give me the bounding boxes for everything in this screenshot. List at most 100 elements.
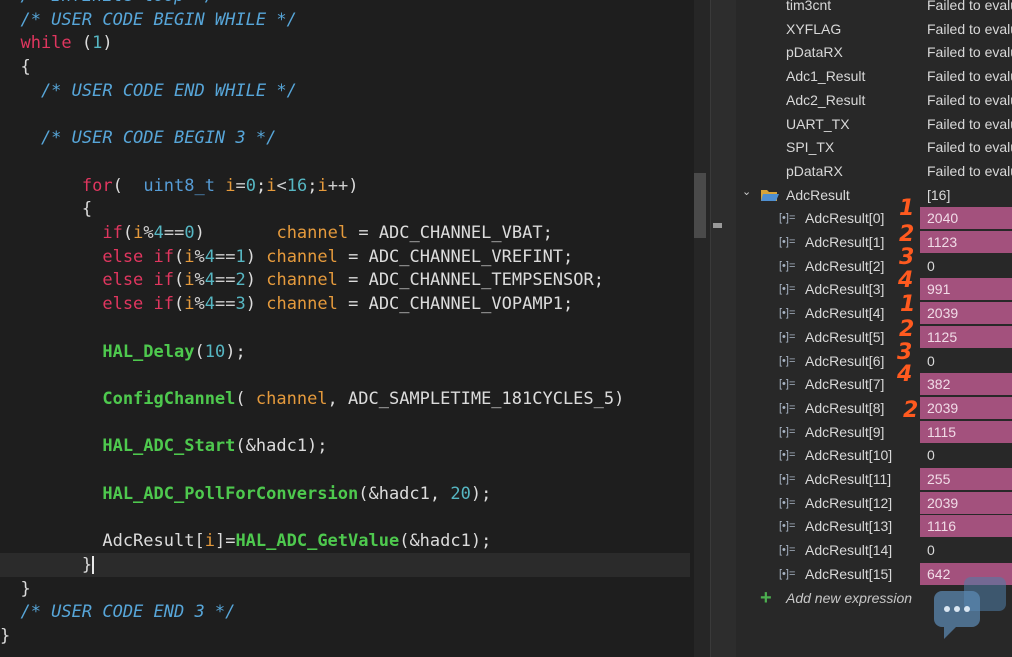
watch-expression-value[interactable]: 2039 <box>920 491 1012 514</box>
chat-bubble-watermark-icon <box>934 577 1006 639</box>
code-token: % <box>194 294 205 315</box>
watch-row[interactable]: Adc2_Result Failed to evaluate <box>736 89 1012 112</box>
watch-row[interactable]: pDataRX Failed to evaluate <box>736 41 1012 64</box>
watch-expression-value[interactable]: 2039 <box>920 396 1012 419</box>
code-token: HAL_ADC_Start <box>0 436 236 457</box>
code-line[interactable]: } <box>0 552 690 577</box>
watch-expression-value[interactable]: 1116 <box>920 515 1012 538</box>
code-token: i <box>317 175 328 196</box>
watch-expression-value[interactable]: 382 <box>920 373 1012 396</box>
code-line[interactable]: } <box>0 577 30 601</box>
code-line[interactable]: } <box>0 624 10 648</box>
editor-scrollbar-thumb[interactable] <box>694 173 706 238</box>
watch-expression-name: pDataRX <box>786 44 843 61</box>
code-token: % <box>194 270 205 291</box>
watch-row[interactable]: [•]= AdcResult[1] 1123 <box>736 231 1012 254</box>
watch-expression-value[interactable]: 1115 <box>920 420 1012 443</box>
code-line[interactable]: while (1) <box>0 31 112 55</box>
watch-expression-value[interactable]: Failed to evaluate <box>920 18 1012 40</box>
watch-expression-value[interactable]: Failed to evaluate <box>920 0 1012 16</box>
watch-expression-value[interactable]: 0 <box>920 350 1012 372</box>
watch-expression-value[interactable]: Failed to evaluate <box>920 89 1012 111</box>
code-token: 16 <box>286 175 308 196</box>
code-token: == <box>215 294 236 315</box>
code-token: channel <box>276 223 349 243</box>
watch-expression-value[interactable]: [16] <box>920 184 1012 206</box>
watch-expression-value[interactable]: 0 <box>920 255 1012 277</box>
code-token: ; <box>307 175 318 196</box>
code-editor[interactable]: /* Infinite loop */ /* USER CODE BEGIN W… <box>0 0 692 657</box>
code-line[interactable]: { <box>0 55 30 79</box>
watch-row[interactable]: [•]= AdcResult[6] 0 <box>736 350 1012 373</box>
watch-expression-value[interactable]: 0 <box>920 444 1012 466</box>
variable-icon: [•]= <box>779 330 796 343</box>
watch-row[interactable]: [•]= AdcResult[10] 0 <box>736 444 1012 467</box>
code-line[interactable]: ConfigChannel( channel, ADC_SAMPLETIME_1… <box>0 387 624 411</box>
code-token: == <box>215 270 236 291</box>
code-line[interactable]: for( uint8_t i=0;i<16;i++) <box>0 174 359 198</box>
code-line[interactable]: /* USER CODE BEGIN 3 */ <box>0 126 276 150</box>
watch-row[interactable]: [•]= AdcResult[9] 1115 <box>736 420 1012 444</box>
watch-row[interactable]: [•]= AdcResult[13] 1116 <box>736 515 1012 538</box>
code-line[interactable]: /* USER CODE BEGIN WHILE */ <box>0 8 296 32</box>
splitter-grip-icon[interactable] <box>713 223 722 228</box>
watch-expression-name: AdcResult[11] <box>805 471 892 487</box>
watch-row[interactable]: SPI_TX Failed to evaluate <box>736 136 1012 159</box>
watch-expression-value[interactable]: 991 <box>920 278 1012 301</box>
watch-expression-value[interactable]: 255 <box>920 468 1012 490</box>
code-token: /* Infinite loop */ <box>0 0 214 6</box>
code-line[interactable]: /* USER CODE END 3 */ <box>0 600 235 624</box>
pane-splitter[interactable] <box>710 0 737 657</box>
watch-row[interactable]: [•]= AdcResult[11] 255 <box>736 468 1012 491</box>
watch-row[interactable]: [•]= AdcResult[0] 2040 <box>736 207 1012 230</box>
expand-chevron-icon[interactable]: ⌄ <box>742 181 751 204</box>
watch-expression-value[interactable]: Failed to evaluate <box>920 136 1012 158</box>
code-line[interactable]: AdcResult[i]=HAL_ADC_GetValue(&hadc1); <box>0 529 491 553</box>
watch-row[interactable]: [•]= AdcResult[5] 1125 <box>736 325 1012 349</box>
watch-row[interactable]: [•]= AdcResult[7] 382 <box>736 373 1012 396</box>
code-token: ; <box>255 175 267 196</box>
watch-row[interactable]: XYFLAG Failed to evaluate <box>736 18 1012 41</box>
watch-expression-value[interactable]: Failed to evaluate <box>920 41 1012 63</box>
code-token: ]= <box>214 531 236 552</box>
code-line[interactable]: if(i%4==0) channel = ADC_CHANNEL_VBAT; <box>0 221 552 245</box>
code-token: % <box>194 246 205 267</box>
watch-row[interactable]: [•]= AdcResult[4] 2039 <box>736 302 1012 325</box>
code-line[interactable]: HAL_Delay(10); <box>0 340 245 364</box>
code-line[interactable]: else if(i%4==1) channel = ADC_CHANNEL_VR… <box>0 245 573 269</box>
watch-expression-value[interactable]: Failed to evaluate <box>920 160 1012 182</box>
watch-row[interactable]: [•]= AdcResult[8] 2039 <box>736 396 1012 420</box>
watch-row[interactable]: tim3cnt Failed to evaluate <box>736 0 1012 17</box>
watch-expression-value[interactable]: Failed to evaluate <box>920 65 1012 87</box>
watch-row[interactable]: [•]= AdcResult[12] 2039 <box>736 491 1012 515</box>
watch-expression-name: AdcResult[7] <box>805 376 885 393</box>
watch-row[interactable]: pDataRX Failed to evaluate <box>736 160 1012 183</box>
code-token: ) <box>194 223 277 243</box>
code-token: else if <box>0 270 174 291</box>
watch-expression-value[interactable]: 1125 <box>920 325 1012 348</box>
watch-expression-value[interactable]: 0 <box>920 539 1012 561</box>
code-token: channel <box>266 270 338 291</box>
watch-row[interactable]: [•]= AdcResult[3] 991 <box>736 278 1012 301</box>
watch-expression-value[interactable]: 2039 <box>920 302 1012 325</box>
code-line[interactable]: else if(i%4==3) channel = ADC_CHANNEL_VO… <box>0 292 573 316</box>
code-token: 4 <box>204 246 215 267</box>
editor-scrollbar[interactable] <box>694 0 710 657</box>
code-line[interactable]: HAL_ADC_PollForConversion(&hadc1, 20); <box>0 482 491 506</box>
watch-row[interactable]: Adc1_Result Failed to evaluate <box>736 65 1012 88</box>
watch-expression-name: AdcResult[12] <box>805 494 893 511</box>
watch-expression-value[interactable]: Failed to evaluate <box>920 113 1012 135</box>
code-line[interactable]: HAL_ADC_Start(&hadc1); <box>0 434 327 458</box>
code-token: = <box>235 175 246 196</box>
code-line[interactable]: { <box>0 197 92 221</box>
watch-row[interactable]: UART_TX Failed to evaluate <box>736 113 1012 136</box>
code-line[interactable]: else if(i%4==2) channel = ADC_CHANNEL_TE… <box>0 268 604 292</box>
watch-expression-value[interactable]: 2040 <box>920 207 1012 230</box>
watch-row[interactable]: [•]= AdcResult[2] 0 <box>736 255 1012 278</box>
watch-expression-value[interactable]: 1123 <box>920 231 1012 253</box>
watch-row[interactable]: ⌄ AdcResult [16] <box>736 184 1012 207</box>
code-token: for <box>0 175 113 196</box>
code-token: { <box>0 199 93 220</box>
watch-row[interactable]: [•]= AdcResult[14] 0 <box>736 539 1012 562</box>
code-line[interactable]: /* USER CODE END WHILE */ <box>0 79 297 103</box>
